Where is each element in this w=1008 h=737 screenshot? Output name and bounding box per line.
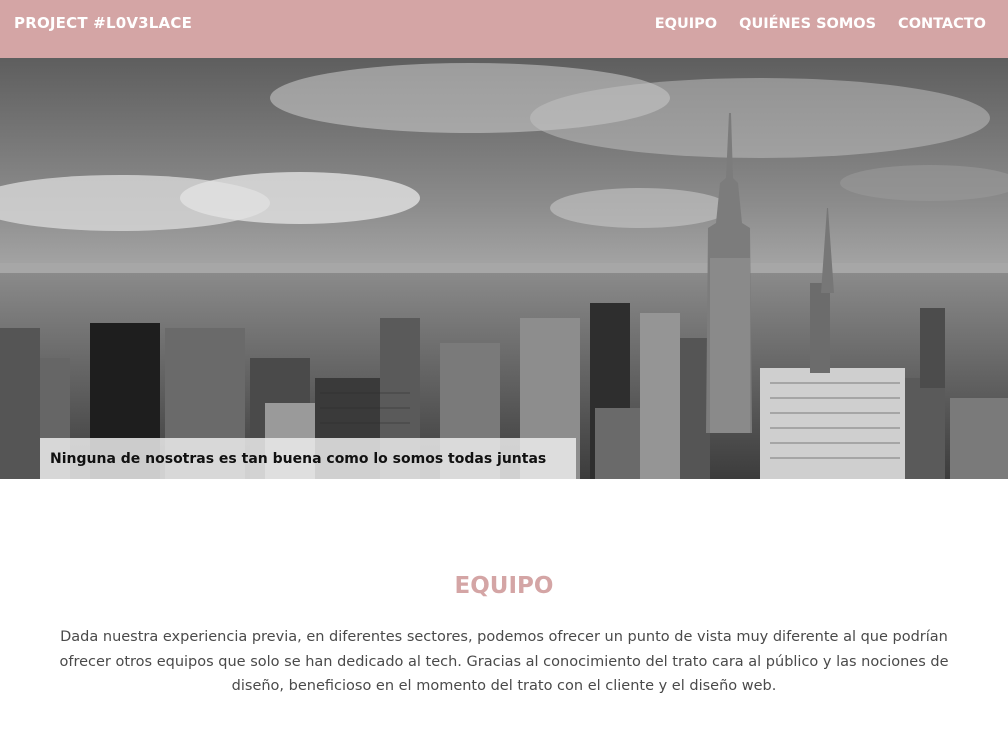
brand-logo[interactable]: PROJECT #L0V3LACE: [14, 14, 192, 32]
section-title: EQUIPO: [454, 573, 554, 599]
city-skyline-image: [0, 58, 1008, 479]
navbar: PROJECT #L0V3LACE EQUIPO QUIÉNES SOMOS C…: [0, 0, 1008, 58]
nav-link-quienes-somos[interactable]: QUIÉNES SOMOS: [739, 16, 876, 32]
nav-links: EQUIPO QUIÉNES SOMOS CONTACTO: [655, 16, 986, 32]
nav-link-equipo[interactable]: EQUIPO: [655, 16, 717, 32]
hero-banner: Ninguna de nosotras es tan buena como lo…: [0, 58, 1008, 479]
team-section: EQUIPO Dada nuestra experiencia previa, …: [0, 479, 1008, 737]
hero-caption-text: Ninguna de nosotras es tan buena como lo…: [50, 451, 547, 467]
section-text: Dada nuestra experiencia previa, en dife…: [59, 629, 949, 694]
nav-link-contacto[interactable]: CONTACTO: [898, 16, 986, 32]
hero-caption: Ninguna de nosotras es tan buena como lo…: [40, 438, 576, 479]
